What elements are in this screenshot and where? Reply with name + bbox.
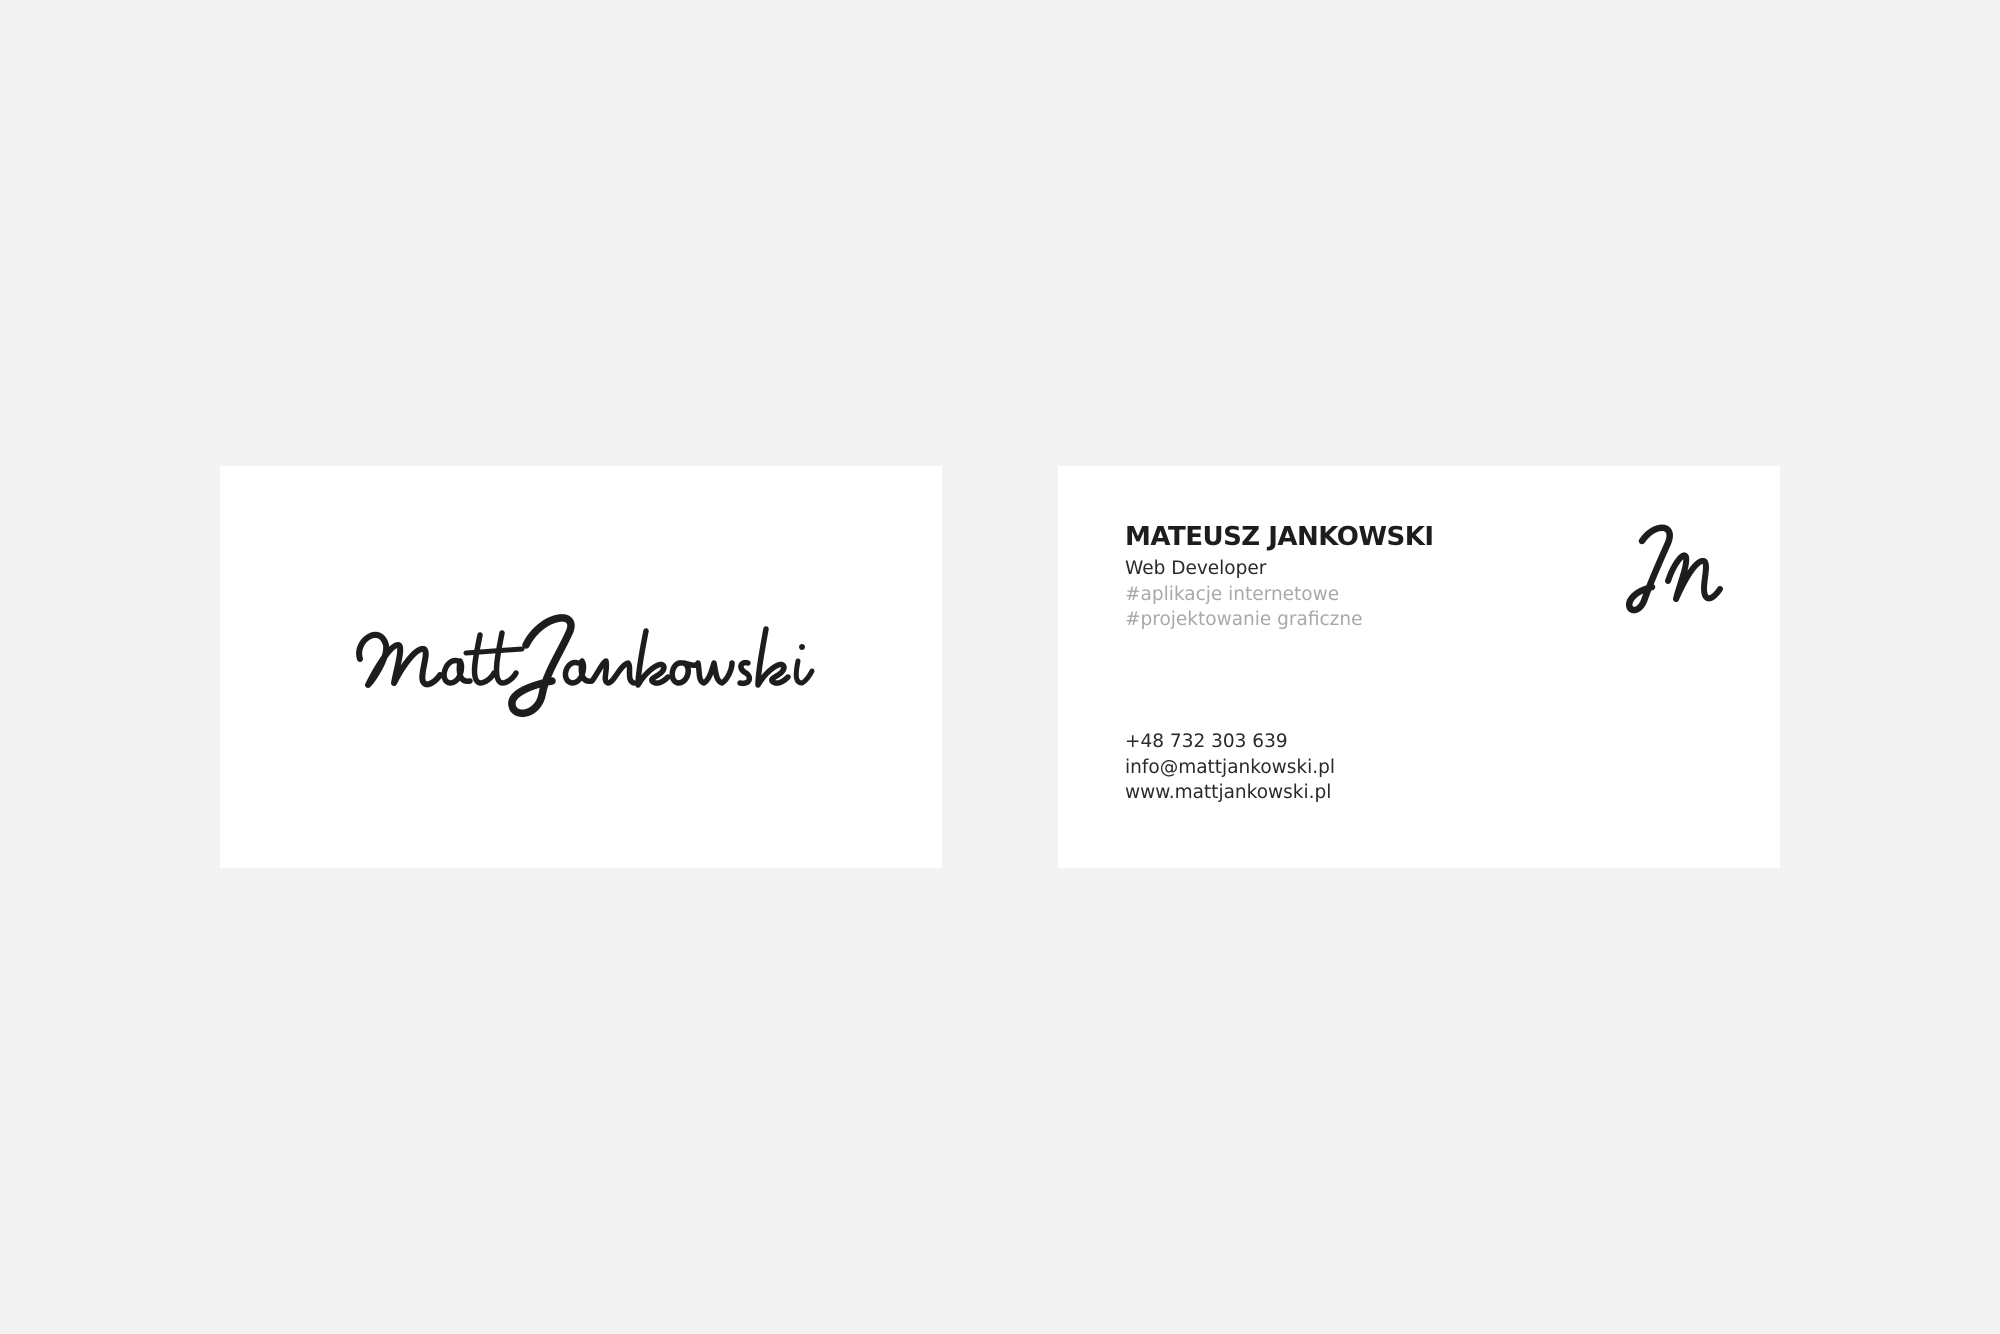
signature-logo (346, 611, 816, 721)
jm-monogram-icon (1624, 523, 1724, 615)
business-card-back: MATEUSZ JANKOWSKI Web Developer #aplikac… (1058, 466, 1780, 868)
tag-web-apps: #aplikacje internetowe (1125, 583, 1340, 605)
website-url: www.mattjankowski.pl (1125, 782, 1332, 803)
identity-block: MATEUSZ JANKOWSKI Web Developer #aplikac… (1125, 524, 1434, 637)
email-address: info@mattjankowski.pl (1125, 756, 1336, 778)
contact-block: +48 732 303 639 info@mattjankowski.pl ww… (1125, 731, 1336, 810)
phone-number: +48 732 303 639 (1125, 731, 1288, 752)
person-name: MATEUSZ JANKOWSKI (1125, 522, 1434, 552)
business-card-front (220, 466, 942, 868)
tag-graphic-design: #projektowanie graficzne (1125, 609, 1363, 630)
job-title: Web Developer (1125, 558, 1267, 579)
